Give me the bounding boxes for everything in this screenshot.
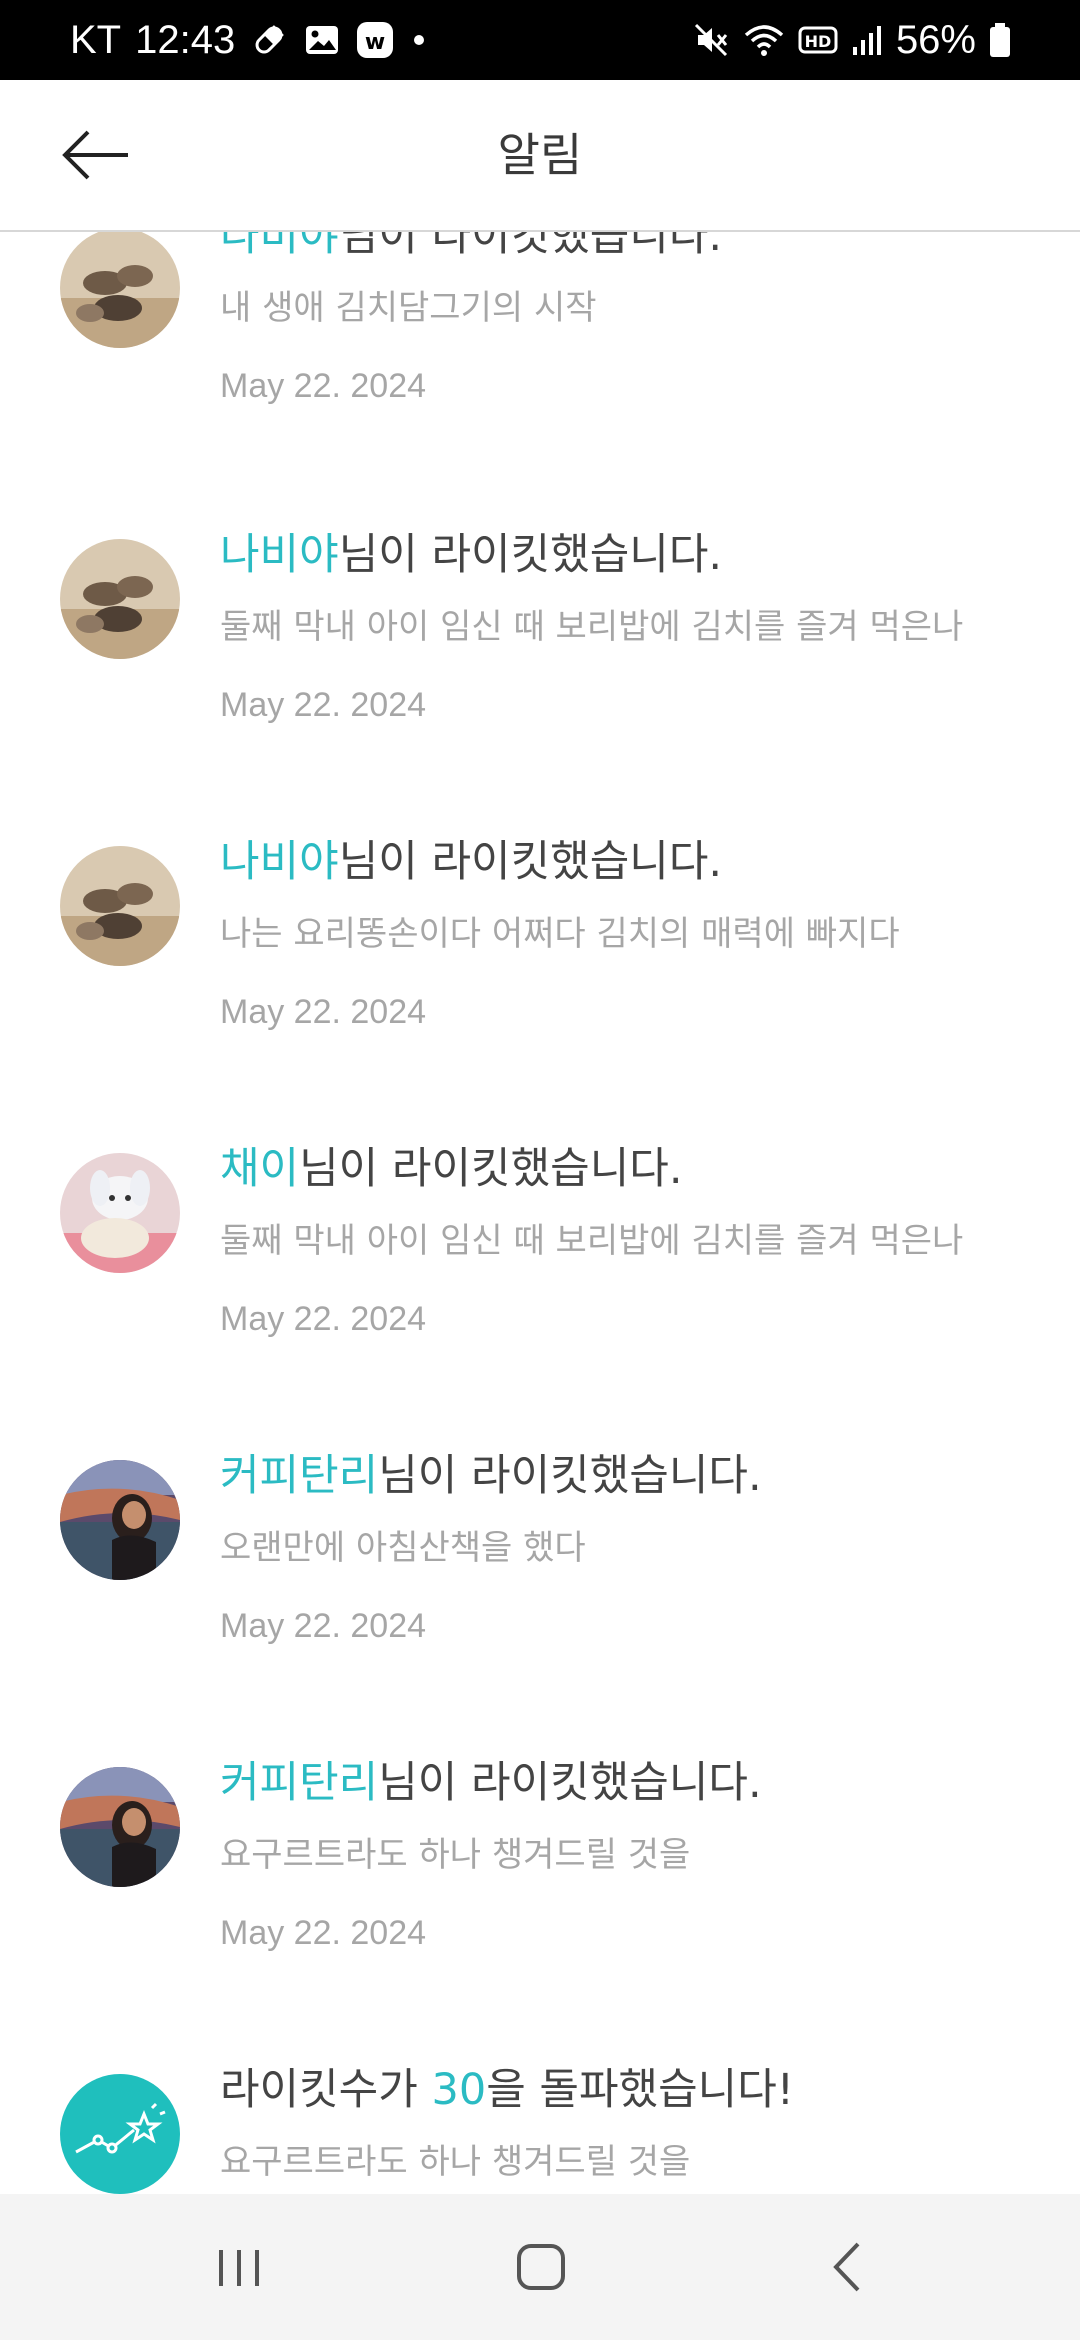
notification-item[interactable]: 나비야님이 라이킷했습니다. 둘째 막내 아이 임신 때 보리밥에 김치를 즐겨… — [0, 530, 1080, 846]
system-back-button[interactable] — [800, 2232, 890, 2302]
hd-icon: HD — [798, 24, 838, 56]
recent-apps-button[interactable] — [194, 2232, 284, 2302]
w-app-icon: w — [355, 20, 395, 60]
milestone-badge — [60, 2074, 180, 2194]
notification-date: May 22. 2024 — [220, 993, 427, 1031]
notification-item[interactable]: 라이킷수가 30을 돌파했습니다! 요구르트라도 하나 챙겨드릴 것을 — [0, 2065, 1080, 2194]
notification-username[interactable]: 커피탄리 — [220, 1451, 378, 1501]
notification-date: May 22. 2024 — [220, 367, 427, 405]
notification-title: 커피탄리님이 라이킷했습니다. — [220, 1757, 1040, 1809]
notification-title: 나비야님이 라이킷했습니다. — [220, 836, 1040, 888]
avatar[interactable] — [60, 539, 180, 659]
notification-post-title[interactable]: 둘째 막내 아이 임신 때 보리밥에 김치를 즐겨 먹은나 — [220, 607, 1040, 647]
notification-message: 님이 라이킷했습니다. — [299, 1144, 683, 1194]
arrow-left-icon — [58, 130, 134, 190]
wifi-icon — [742, 21, 786, 59]
notification-title: 커피탄리님이 라이킷했습니다. — [220, 1450, 1040, 1502]
notification-title: 나비야님이 라이킷했습니다. — [220, 232, 1040, 262]
notification-title: 나비야님이 라이킷했습니다. — [220, 529, 1040, 581]
clock: 12:43 — [135, 17, 236, 62]
pill-icon — [249, 20, 289, 60]
avatar[interactable] — [60, 232, 180, 348]
notification-message-prefix: 라이킷수가 — [220, 2065, 432, 2115]
notification-message: 님이 라이킷했습니다. — [338, 530, 723, 580]
notification-post-title[interactable]: 나는 요리똥손이다 어쩌다 김치의 매력에 빠지다 — [220, 914, 1040, 954]
notification-date: May 22. 2024 — [220, 1914, 427, 1952]
avatar[interactable] — [60, 1153, 180, 1273]
notification-item[interactable]: 나비야님이 라이킷했습니다. 나는 요리똥손이다 어쩌다 김치의 매력에 빠지다… — [0, 837, 1080, 1153]
notification-item[interactable]: 채이님이 라이킷했습니다. 둘째 막내 아이 임신 때 보리밥에 김치를 즐겨 … — [0, 1144, 1080, 1460]
avatar[interactable] — [60, 1460, 180, 1580]
notification-post-title[interactable]: 요구르트라도 하나 챙겨드릴 것을 — [220, 2142, 1040, 2182]
image-icon — [303, 21, 341, 59]
notification-date: May 22. 2024 — [220, 686, 427, 724]
notification-item[interactable]: 나비야님이 라이킷했습니다. 내 생애 김치담그기의 시작 May 22. 20… — [0, 232, 1080, 539]
page-title: 알림 — [497, 128, 583, 182]
battery-icon — [988, 22, 1012, 58]
svg-text:HD: HD — [805, 32, 832, 51]
notification-username[interactable]: 나비야 — [220, 232, 339, 261]
notification-date: May 22. 2024 — [220, 1607, 427, 1645]
notification-title: 채이님이 라이킷했습니다. — [220, 1143, 1040, 1195]
signal-icon — [850, 23, 884, 57]
notification-username[interactable]: 나비야 — [220, 530, 339, 580]
notification-post-title[interactable]: 요구르트라도 하나 챙겨드릴 것을 — [220, 1835, 1040, 1875]
notification-post-title[interactable]: 둘째 막내 아이 임신 때 보리밥에 김치를 즐겨 먹은나 — [220, 1221, 1040, 1261]
notification-message: 님이 라이킷했습니다. — [338, 232, 723, 261]
notification-post-title[interactable]: 오랜만에 아침산책을 했다 — [220, 1528, 1040, 1568]
notification-title: 라이킷수가 30을 돌파했습니다! — [220, 2064, 1040, 2116]
dot-icon — [409, 30, 429, 50]
back-chevron-icon — [800, 2242, 890, 2306]
avatar[interactable] — [60, 1767, 180, 1887]
back-button[interactable] — [58, 124, 134, 186]
avatar[interactable] — [60, 846, 180, 966]
carrier-label: KT — [70, 17, 122, 62]
notification-post-title[interactable]: 내 생애 김치담그기의 시작 — [220, 288, 1040, 328]
notification-username[interactable]: 채이 — [220, 1144, 299, 1194]
notification-username[interactable]: 나비야 — [220, 837, 339, 887]
notification-message: 을 돌파했습니다! — [486, 2065, 795, 2115]
system-nav-bar — [0, 2194, 1080, 2340]
svg-text:w: w — [365, 30, 385, 55]
notification-message: 님이 라이킷했습니다. — [378, 1451, 762, 1501]
app-header: 알림 — [0, 80, 1080, 232]
notification-item[interactable]: 커피탄리님이 라이킷했습니다. 요구르트라도 하나 챙겨드릴 것을 May 22… — [0, 1758, 1080, 2074]
notification-item[interactable]: 커피탄리님이 라이킷했습니다. 오랜만에 아침산책을 했다 May 22. 20… — [0, 1451, 1080, 1767]
notification-date: May 22. 2024 — [220, 1300, 427, 1338]
notification-list[interactable]: 나비야님이 라이킷했습니다. 내 생애 김치담그기의 시작 May 22. 20… — [0, 232, 1080, 2194]
status-bar: KT 12:43 w HD 56% — [0, 0, 1080, 80]
mute-icon — [692, 21, 730, 59]
home-button[interactable] — [495, 2232, 585, 2302]
like-count: 30 — [431, 2065, 487, 2115]
notification-message: 님이 라이킷했습니다. — [338, 837, 723, 887]
notification-message: 님이 라이킷했습니다. — [378, 1758, 762, 1808]
recent-apps-icon — [194, 2250, 284, 2306]
notification-username[interactable]: 커피탄리 — [220, 1758, 378, 1808]
battery-percent: 56% — [895, 17, 976, 62]
home-icon — [495, 2244, 585, 2306]
